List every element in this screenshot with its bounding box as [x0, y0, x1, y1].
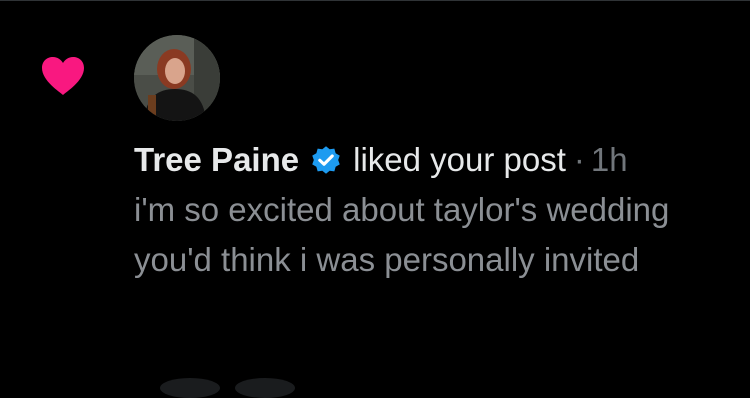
next-item-hint — [160, 378, 220, 398]
notification-headline: Tree Paine liked your post · 1h — [134, 135, 734, 185]
timestamp: 1h — [590, 141, 628, 178]
heart-icon — [42, 57, 84, 95]
like-notification[interactable]: Tree Paine liked your post · 1h i'm so e… — [0, 1, 750, 386]
separator-dot: · — [573, 141, 585, 178]
verified-badge-icon — [312, 146, 340, 174]
notification-content: Tree Paine liked your post · 1h i'm so e… — [134, 135, 734, 285]
next-item-hint — [235, 378, 295, 398]
post-text[interactable]: i'm so excited about taylor's wedding yo… — [134, 185, 694, 285]
action-text: liked your post — [353, 141, 566, 178]
user-name-link[interactable]: Tree Paine — [134, 135, 299, 185]
avatar[interactable] — [134, 35, 220, 121]
